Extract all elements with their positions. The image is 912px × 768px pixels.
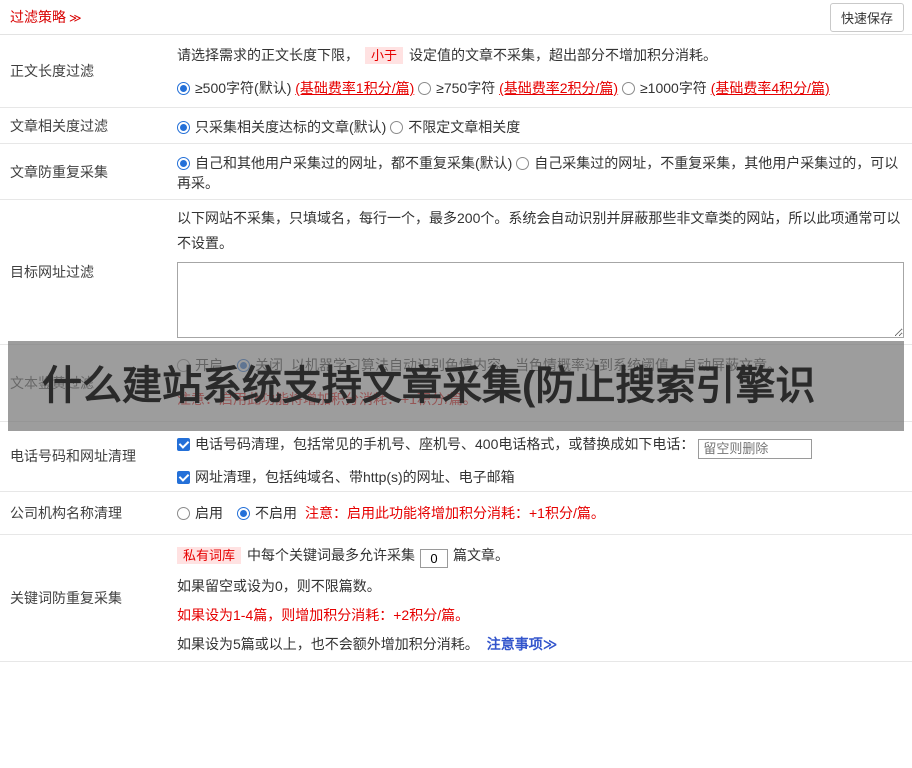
radio-option-company-enable[interactable]: 启用 xyxy=(177,505,223,521)
radio-label: 只采集相关度达标的文章(默认) xyxy=(195,119,387,135)
topbar: 过滤策略 ≫ 快速保存 xyxy=(0,0,912,35)
radio-label: 不启用 xyxy=(255,504,297,521)
checkbox-option-phone-clean[interactable]: 电话号码清理，包括常见的手机号、座机号、400电话格式，或替换成如下电话： xyxy=(177,436,694,452)
row-body-length: 正文长度过滤 请选择需求的正文长度下限， 小于 设定值的文章不采集，超出部分不增加积… xyxy=(0,35,912,108)
checkbox-label: 网址清理，包括纯域名、带http(s)的网址、电子邮箱 xyxy=(195,468,515,485)
row-label-company-clean: 公司机构名称清理 xyxy=(10,504,122,521)
radio-option-500[interactable]: ≥500字符(默认) (基础费率1积分/篇) xyxy=(177,80,418,96)
row-content-relevance: 只采集相关度达标的文章(默认) 不限定文章相关度 xyxy=(177,108,912,143)
keyword-limit-line3: 如果设为1-4篇，则增加积分消耗：+2积分/篇。 xyxy=(177,606,470,623)
row-content-target-url: 以下网站不采集，只填域名，每行一个，最多200个。系统会自动识别并屏蔽那些非文章… xyxy=(177,200,912,344)
blocked-domains-textarea[interactable] xyxy=(177,262,904,338)
radio-checked-icon[interactable] xyxy=(237,506,250,520)
row-company-clean: 公司机构名称清理 启用 不启用 注意：启用此功能将增加积分消耗：+1积分/篇。 xyxy=(0,492,912,535)
radio-option-relevance-any[interactable]: 不限定文章相关度 xyxy=(390,119,520,135)
radio-option-1000[interactable]: ≥1000字符 (基础费率4积分/篇) xyxy=(621,80,830,96)
radio-checked-icon[interactable] xyxy=(177,121,190,134)
fee-note: (基础费率4积分/篇) xyxy=(710,80,830,96)
radio-option-relevance-strict[interactable]: 只采集相关度达标的文章(默认) xyxy=(177,119,390,135)
radio-checked-icon[interactable] xyxy=(177,157,190,170)
radio-label: ≥500字符(默认) xyxy=(195,80,292,96)
radio-unchecked-icon[interactable] xyxy=(390,121,404,134)
replacement-phone-input[interactable] xyxy=(698,438,813,459)
row-label-keyword-limit: 关键词防重复采集 xyxy=(10,589,122,606)
page-title[interactable]: 过滤策略 ≫ xyxy=(10,7,82,27)
phone-clean-line: 电话号码清理，包括常见的手机号、座机号、400电话格式，或替换成如下电话： xyxy=(177,432,904,459)
row-content-company-clean: 启用 不启用 注意：启用此功能将增加积分消耗：+1积分/篇。 xyxy=(177,492,912,534)
radio-option-750[interactable]: ≥750字符 (基础费率2积分/篇) xyxy=(418,80,622,96)
filter-strategy-page: 过滤策略 ≫ 快速保存 正文长度过滤 请选择需求的正文长度下限， 小于 设定值的文章不… xyxy=(0,0,912,768)
target-url-desc: 以下网站不采集，只填域名，每行一个，最多200个。系统会自动识别并屏蔽那些非文章… xyxy=(177,210,901,251)
keyword-limit-line1: 私有词库中每个关键词最多允许采集 篇文章。 xyxy=(177,543,904,568)
overlay-banner: 什么建站系统支持文章采集(防止搜索引擎识 xyxy=(8,341,904,431)
radio-unchecked-icon[interactable] xyxy=(516,157,530,170)
row-label-dedup: 文章防重复采集 xyxy=(10,163,108,180)
row-target-url: 目标网址过滤 以下网站不采集，只填域名，每行一个，最多200个。系统会自动识别并… xyxy=(0,200,912,345)
notes-link[interactable]: 注意事项≫ xyxy=(487,636,558,652)
intro-post: 设定值的文章不采集，超出部分不增加积分消耗。 xyxy=(409,47,718,63)
private-lexicon-chip: 私有词库 xyxy=(177,546,242,564)
row-content-keyword-limit: 私有词库中每个关键词最多允许采集 篇文章。 如果留空或设为0，则不限篇数。 如果设… xyxy=(177,535,912,661)
keyword-count-input[interactable] xyxy=(420,548,449,568)
row-label-phone-url-clean: 电话号码和网址清理 xyxy=(10,448,136,465)
row-content-dedup: 自己和其他用户采集过的网址，都不重复采集(默认) 自己采集过的网址，不重复采集，… xyxy=(177,144,912,199)
row-dedup: 文章防重复采集 自己和其他用户采集过的网址，都不重复采集(默认) 自己采集过的网… xyxy=(0,144,912,200)
checkbox-label: 电话号码清理，包括常见的手机号、座机号、400电话格式，或替换成如下电话： xyxy=(195,436,695,452)
radio-label: 不限定文章相关度 xyxy=(408,119,521,135)
less-than-chip: 小于 xyxy=(365,47,404,64)
keyword-limit-line2: 如果留空或设为0，则不限篇数。 xyxy=(177,577,381,594)
page-title-text: 过滤策略 xyxy=(10,9,66,25)
intro-pre: 请选择需求的正文长度下限， xyxy=(177,47,359,63)
keyword-limit-line4-text: 如果设为5篇或以上，也不会额外增加积分消耗。 xyxy=(177,635,479,652)
radio-unchecked-icon[interactable] xyxy=(418,82,432,95)
keyword-limit-text-end: 篇文章。 xyxy=(453,546,510,563)
body-length-intro: 请选择需求的正文长度下限， 小于 设定值的文章不采集，超出部分不增加积分消耗。 xyxy=(177,45,904,66)
row-phone-url-clean: 电话号码和网址清理 电话号码清理，包括常见的手机号、座机号、400电话格式，或替… xyxy=(0,422,912,492)
fee-note: (基础费率1积分/篇) xyxy=(295,80,415,96)
radio-label: ≥1000字符 xyxy=(639,80,707,96)
row-content-phone-url-clean: 电话号码清理，包括常见的手机号、座机号、400电话格式，或替换成如下电话： 网址… xyxy=(177,422,912,491)
keyword-limit-text-mid: 中每个关键词最多允许采集 xyxy=(247,546,416,563)
radio-option-dedup-all[interactable]: 自己和其他用户采集过的网址，都不重复采集(默认) xyxy=(177,155,516,171)
radio-label: ≥750字符 xyxy=(436,80,496,96)
double-chevron-icon: ≫ xyxy=(69,11,82,25)
fee-note: (基础费率2积分/篇) xyxy=(499,80,619,96)
checkbox-checked-icon[interactable] xyxy=(177,470,190,484)
row-keyword-limit: 关键词防重复采集 私有词库中每个关键词最多允许采集 篇文章。 如果留空或设为0，则… xyxy=(0,535,912,662)
radio-label: 自己和其他用户采集过的网址，都不重复采集(默认) xyxy=(195,155,513,171)
url-clean-line: 网址清理，包括纯域名、带http(s)的网址、电子邮箱 xyxy=(177,467,904,487)
row-label-body-length: 正文长度过滤 xyxy=(10,63,94,79)
checkbox-checked-icon[interactable] xyxy=(177,438,190,451)
keyword-limit-line4: 如果设为5篇或以上，也不会额外增加积分消耗。 注意事项≫ xyxy=(177,634,904,655)
quick-save-button[interactable]: 快速保存 xyxy=(829,2,904,32)
row-label-relevance: 文章相关度过滤 xyxy=(10,117,108,134)
checkbox-option-url-clean[interactable]: 网址清理，包括纯域名、带http(s)的网址、电子邮箱 xyxy=(177,469,515,485)
radio-label: 启用 xyxy=(195,504,223,521)
radio-option-company-disable[interactable]: 不启用 xyxy=(237,505,297,521)
row-relevance: 文章相关度过滤 只采集相关度达标的文章(默认) 不限定文章相关度 xyxy=(0,108,912,144)
radio-checked-icon[interactable] xyxy=(177,82,190,95)
radio-unchecked-icon[interactable] xyxy=(621,82,635,95)
overlay-banner-text: 什么建站系统支持文章采集(防止搜索引擎识 xyxy=(42,364,816,408)
row-content-body-length: 请选择需求的正文长度下限， 小于 设定值的文章不采集，超出部分不增加积分消耗。 ≥5… xyxy=(177,35,912,107)
company-clean-note: 注意：启用此功能将增加积分消耗：+1积分/篇。 xyxy=(305,504,605,521)
row-label-target-url: 目标网址过滤 xyxy=(10,264,94,280)
radio-unchecked-icon[interactable] xyxy=(177,506,190,520)
